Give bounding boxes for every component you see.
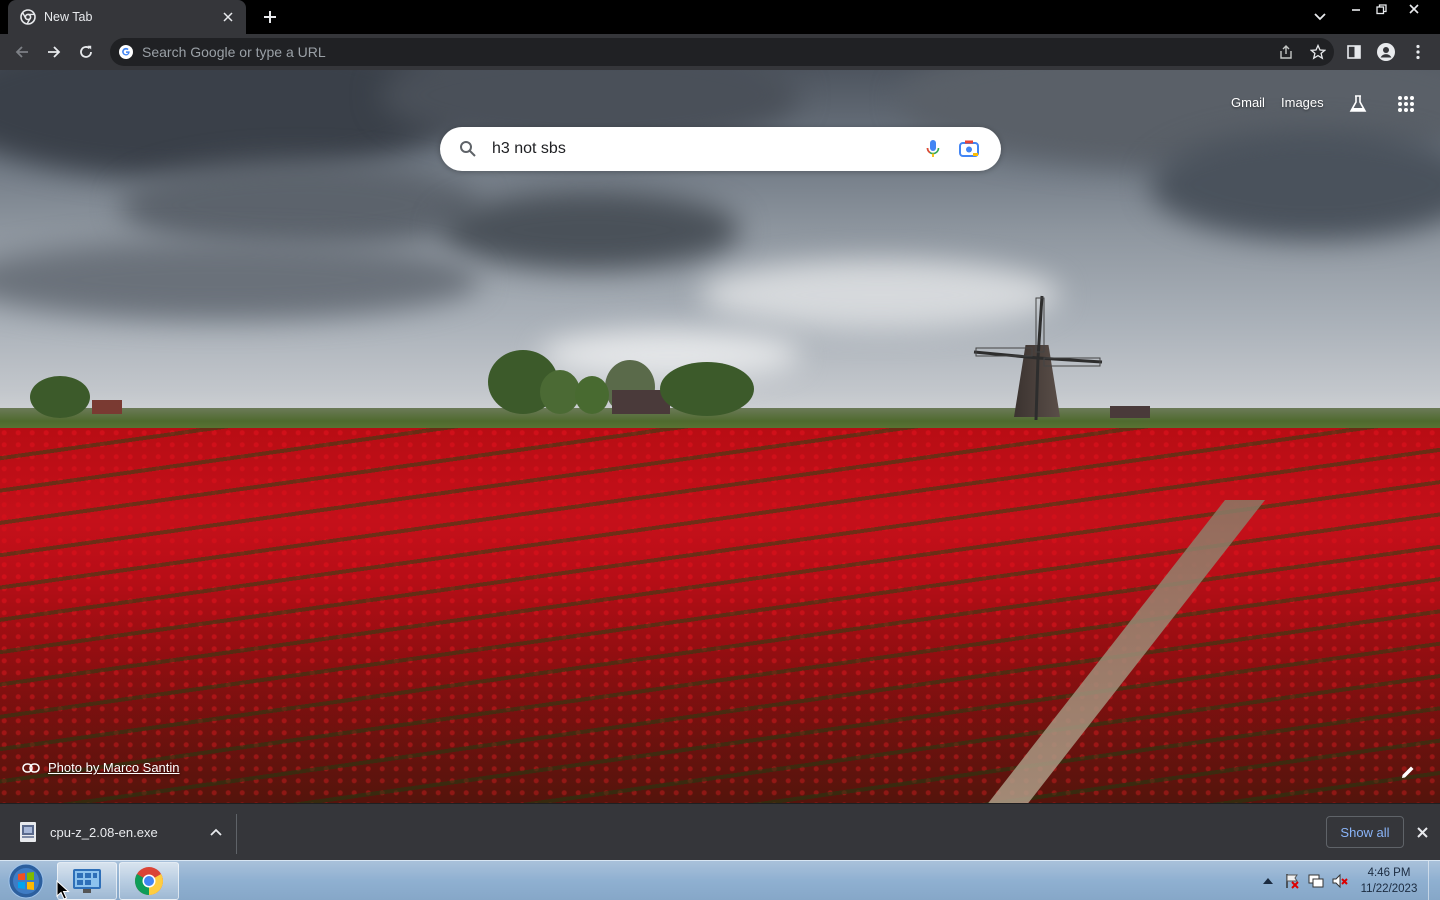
google-g-icon: [119, 45, 133, 59]
shelf-divider: [236, 814, 237, 854]
share-icon[interactable]: [1270, 38, 1302, 66]
search-input[interactable]: [478, 140, 915, 158]
control-panel-icon: [73, 869, 101, 893]
back-button[interactable]: [10, 40, 34, 64]
address-bar-placeholder: Search Google or type a URL: [142, 44, 326, 60]
kebab-menu-icon: [1416, 44, 1420, 60]
windows-start-icon: [8, 863, 44, 899]
mouse-cursor-icon: [56, 880, 70, 900]
close-shelf-button[interactable]: [1410, 820, 1434, 844]
microphone-icon[interactable]: [915, 131, 951, 167]
network-icon[interactable]: [1304, 869, 1328, 893]
tab-search-button[interactable]: [1310, 7, 1330, 27]
browser-toolbar: Search Google or type a URL: [0, 34, 1440, 70]
show-desktop-button[interactable]: [1428, 861, 1440, 900]
download-item[interactable]: cpu-z_2.08-en.exe: [12, 812, 236, 852]
menu-button[interactable]: [1406, 40, 1430, 64]
link-icon: [22, 762, 40, 773]
forward-arrow-icon: [48, 46, 61, 58]
start-button[interactable]: [6, 862, 46, 900]
restore-icon: [1375, 3, 1387, 14]
images-link[interactable]: Images: [1281, 95, 1324, 110]
clock-date: 11/22/2023: [1360, 883, 1418, 895]
side-panel-icon: [1347, 45, 1361, 59]
reload-icon: [80, 45, 92, 58]
up-triangle-icon[interactable]: [1256, 869, 1280, 893]
side-panel-button[interactable]: [1342, 40, 1366, 64]
star-icon[interactable]: [1302, 38, 1334, 66]
flask-icon[interactable]: [1346, 92, 1370, 116]
profile-icon: [1377, 43, 1395, 61]
flag-icon[interactable]: [1280, 869, 1304, 893]
tab-title: New Tab: [44, 10, 93, 24]
download-shelf: cpu-z_2.08-en.exe Show all: [0, 803, 1440, 860]
executable-file-icon: [20, 822, 36, 842]
clock-time: 4:46 PM: [1367, 867, 1411, 879]
tab-strip: New Tab: [0, 0, 1440, 34]
system-tray: [1256, 861, 1352, 900]
profile-button[interactable]: [1374, 40, 1398, 64]
restore-button[interactable]: [1367, 0, 1395, 18]
customize-button[interactable]: [1396, 760, 1420, 784]
forward-button[interactable]: [42, 40, 66, 64]
gmail-link[interactable]: Gmail: [1231, 95, 1265, 110]
back-arrow-icon: [15, 46, 28, 58]
search-icon: [458, 139, 478, 159]
search-box[interactable]: [440, 127, 1001, 171]
new-tab-page: Gmail Images h3 not sbs Photo by Marco S…: [0, 70, 1440, 803]
plus-icon: [264, 11, 276, 23]
show-all-button[interactable]: Show all: [1326, 816, 1404, 848]
chevron-down-icon: [1314, 13, 1326, 21]
photo-attribution[interactable]: Photo by Marco Santin: [22, 760, 180, 775]
chevron-up-icon[interactable]: [204, 820, 228, 844]
new-tab-button[interactable]: [258, 5, 282, 29]
minimize-button[interactable]: [1342, 0, 1370, 18]
tab-new-tab[interactable]: New Tab: [8, 0, 246, 34]
camera-icon[interactable]: [951, 131, 987, 167]
close-window-icon: [1409, 4, 1419, 14]
apps-grid-icon[interactable]: [1394, 92, 1418, 116]
address-bar[interactable]: Search Google or type a URL: [110, 38, 1334, 66]
photo-attribution-text[interactable]: Photo by Marco Santin: [48, 760, 180, 775]
pencil-icon: [1402, 766, 1414, 778]
taskbar-chrome[interactable]: [119, 862, 179, 900]
chrome-icon: [135, 867, 163, 895]
close-icon[interactable]: [220, 9, 236, 25]
chrome-favicon-icon: [20, 9, 36, 25]
reload-button[interactable]: [74, 40, 98, 64]
system-clock[interactable]: 4:46 PM 11/22/2023: [1356, 865, 1422, 897]
close-icon: [1416, 826, 1428, 838]
speaker-muted-icon[interactable]: [1328, 869, 1352, 893]
download-filename: cpu-z_2.08-en.exe: [50, 824, 158, 840]
close-window-button[interactable]: [1400, 0, 1428, 18]
minimize-icon: [1352, 9, 1360, 11]
windows-taskbar: 4:46 PM 11/22/2023: [0, 860, 1440, 900]
